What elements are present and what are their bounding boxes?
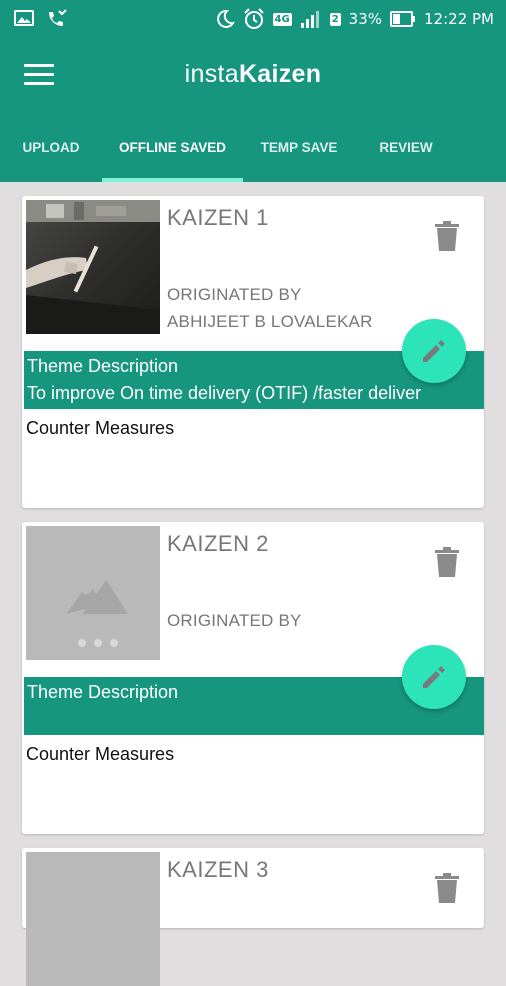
originated-by-label: ORIGINATED BY <box>167 285 302 304</box>
originator-name: ABHIJEET B LOVALEKAR <box>167 312 373 331</box>
theme-description-value: To improve On time delivery (OTIF) /fast… <box>27 383 422 403</box>
missed-call-icon <box>49 9 67 26</box>
gallery-icon <box>14 10 34 26</box>
app-title-prefix: insta <box>184 60 239 88</box>
counter-measures-label: Counter Measures <box>26 744 175 764</box>
active-tab-indicator <box>102 178 243 182</box>
delete-icon[interactable] <box>434 872 460 904</box>
kaizen-title: KAIZEN 1 <box>167 205 269 230</box>
clock: 12:22 PM <box>424 10 494 28</box>
theme-description-label: Theme Description <box>27 682 179 702</box>
kaizen-photo[interactable] <box>26 200 160 334</box>
pencil-icon <box>423 340 445 362</box>
kaizen-title: KAIZEN 3 <box>167 857 269 882</box>
battery-icon <box>390 11 416 27</box>
kaizen-card[interactable]: KAIZEN 1 ORIGINATED BY ABHIJEET B LOVALE… <box>22 196 484 508</box>
delete-icon[interactable] <box>434 220 460 252</box>
edit-button[interactable] <box>402 319 466 383</box>
tab-review[interactable]: REVIEW <box>355 136 457 182</box>
status-right: 4G 2 33% 12:22 PM <box>215 8 494 30</box>
moon-icon <box>216 9 235 28</box>
sim2-badge: 2 <box>329 12 341 26</box>
pencil-icon <box>423 666 445 688</box>
tab-upload[interactable]: UPLOAD <box>0 136 102 182</box>
network-type-badge: 4G <box>272 12 292 26</box>
image-placeholder[interactable] <box>26 852 160 986</box>
app-title: instaKaizen <box>0 60 506 89</box>
theme-description-label: Theme Description <box>27 356 179 376</box>
signal-icon <box>300 11 319 28</box>
kaizen-title: KAIZEN 2 <box>167 531 269 556</box>
edit-button[interactable] <box>402 645 466 709</box>
app-title-bold: Kaizen <box>238 60 322 88</box>
tab-bar: UPLOAD OFFLINE SAVED TEMP SAVE REVIEW <box>0 136 506 182</box>
tab-temp-save[interactable]: TEMP SAVE <box>243 136 355 182</box>
status-bar: 4G 2 33% 12:22 PM <box>0 0 506 38</box>
delete-icon[interactable] <box>434 546 460 578</box>
tab-offline-saved[interactable]: OFFLINE SAVED <box>102 136 243 182</box>
app-bar: instaKaizen UPLOAD OFFLINE SAVED TEMP SA… <box>0 38 506 182</box>
kaizen-card[interactable]: KAIZEN 3 <box>22 848 484 986</box>
status-left-icons <box>14 9 68 29</box>
alarm-icon <box>243 8 264 29</box>
battery-percent: 33% <box>348 10 383 28</box>
kaizen-card[interactable]: KAIZEN 2 ORIGINATED BY Theme Description… <box>22 522 484 834</box>
image-placeholder[interactable] <box>26 526 160 660</box>
originated-by-label: ORIGINATED BY <box>167 611 302 630</box>
counter-measures-label: Counter Measures <box>26 418 175 438</box>
